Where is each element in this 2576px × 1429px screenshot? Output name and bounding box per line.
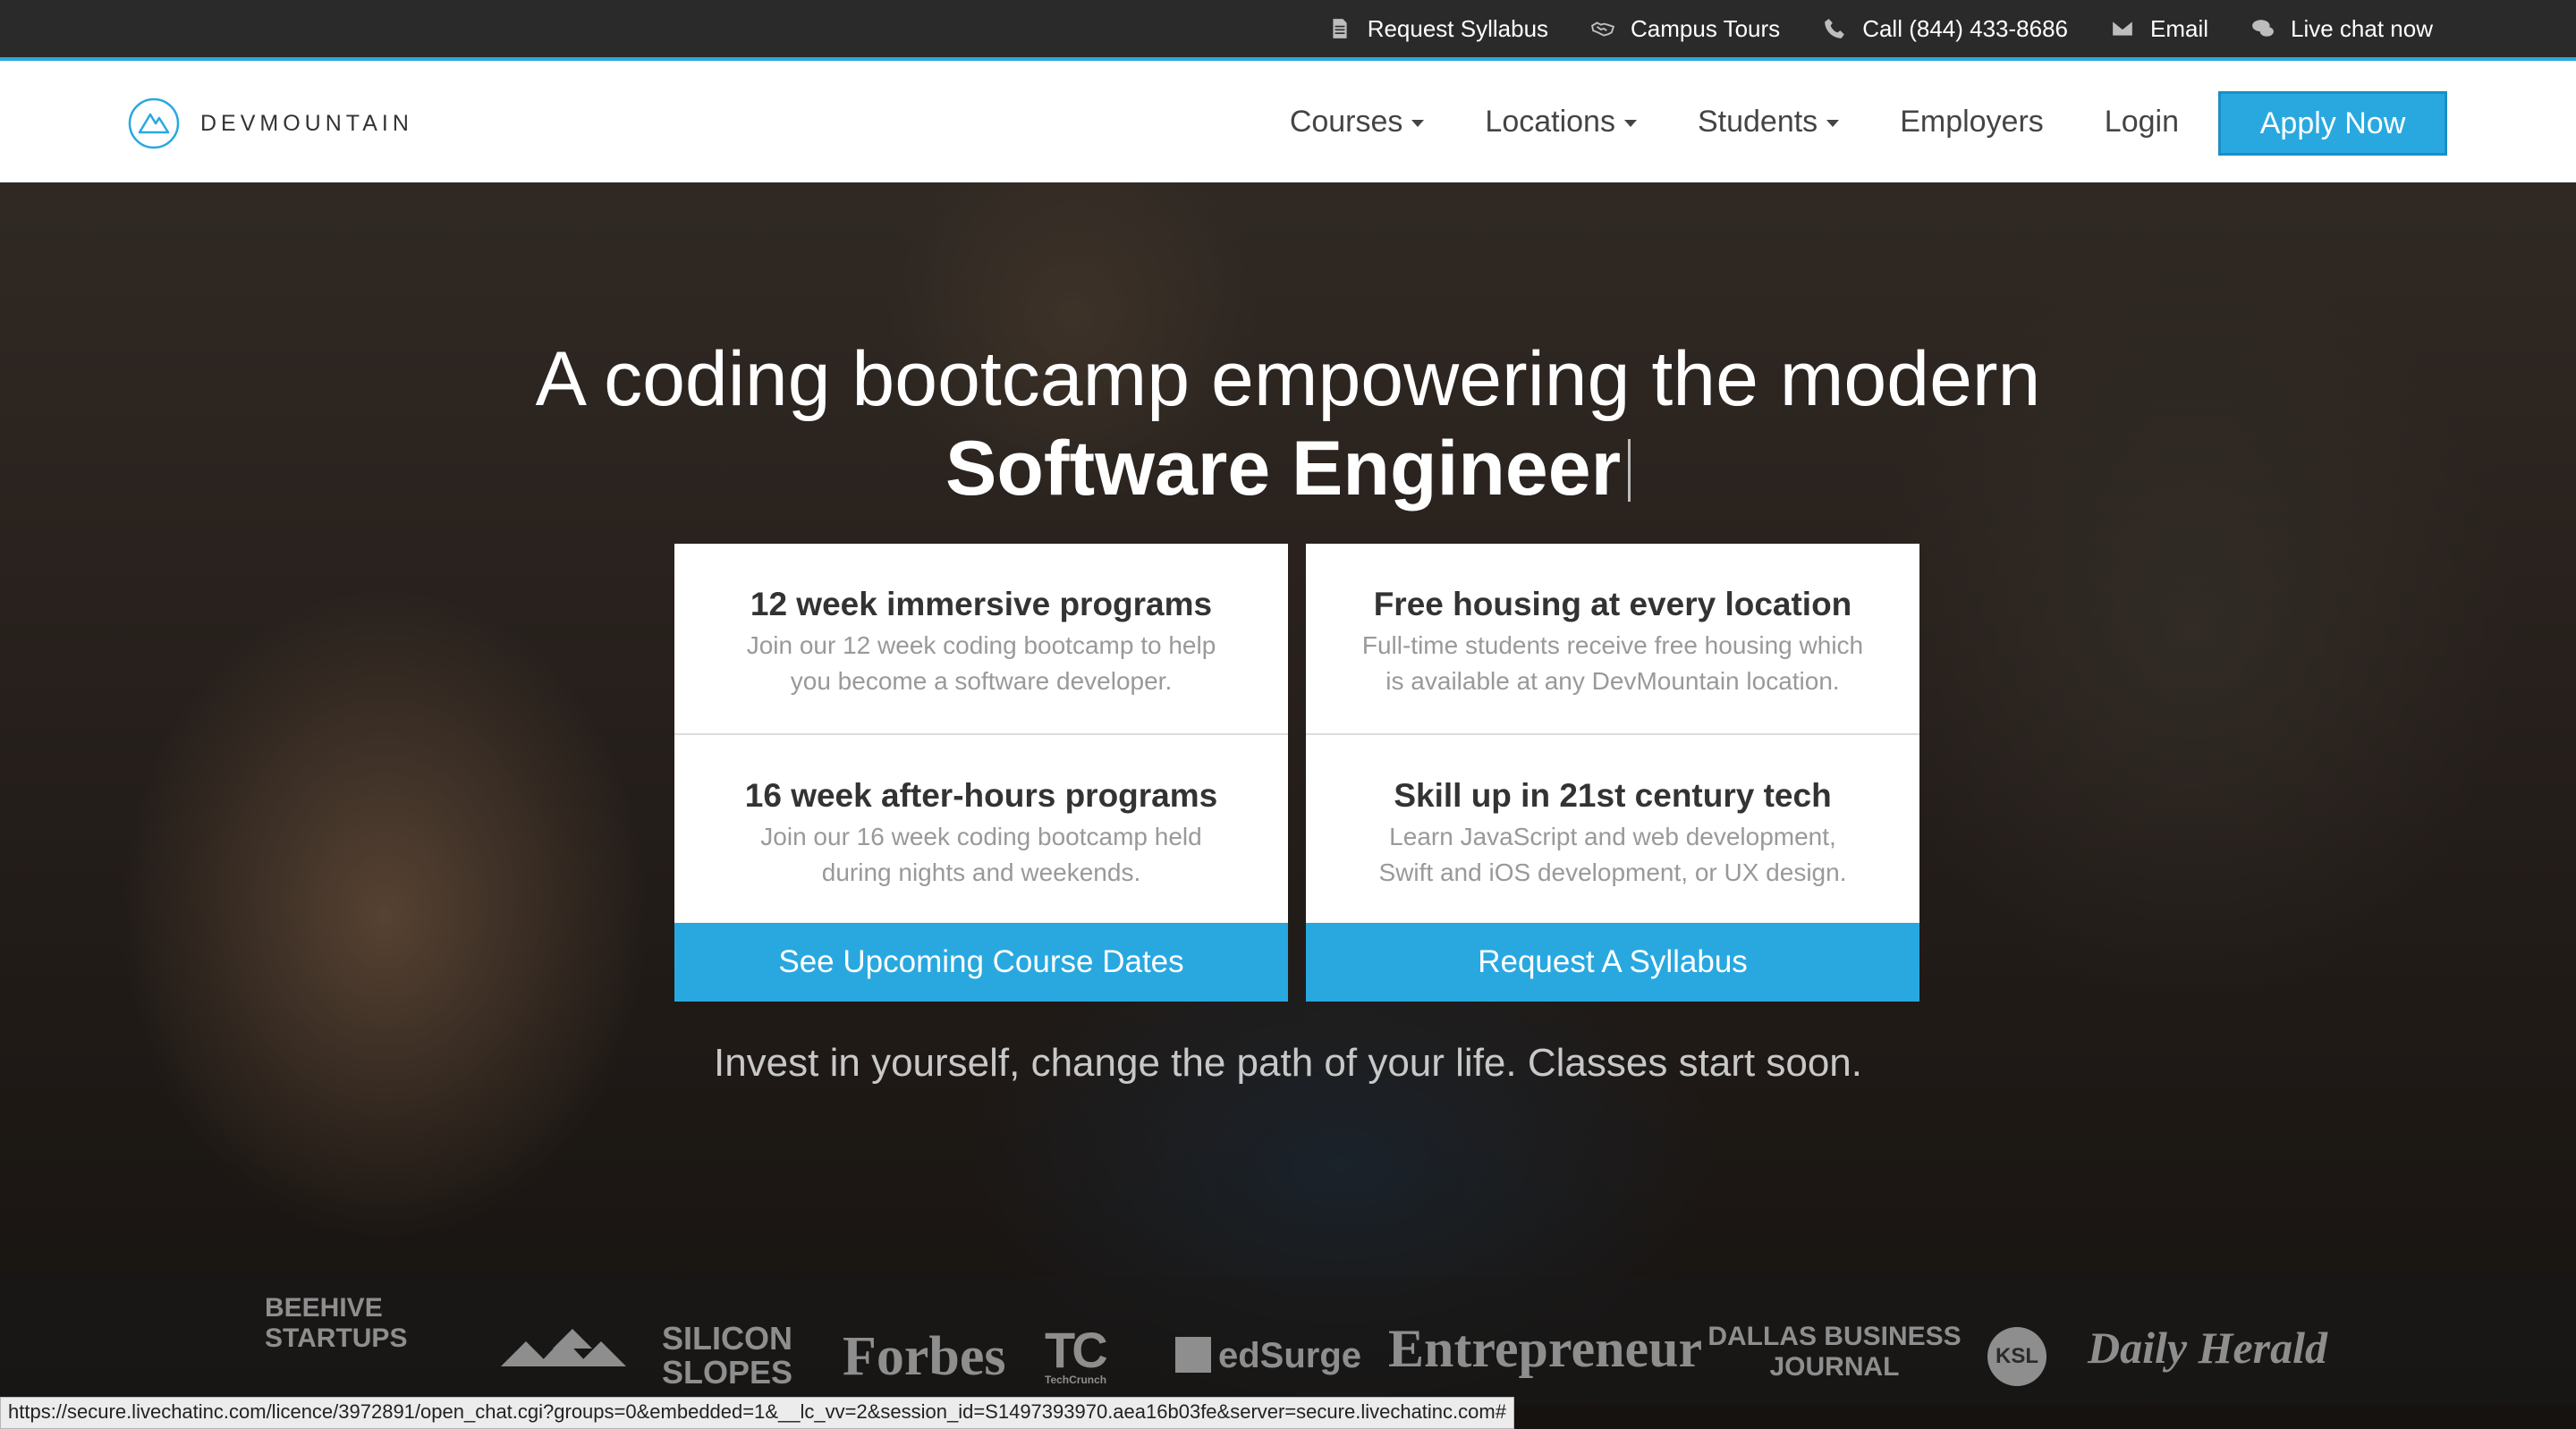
headline-line-1: A coding bootcamp empowering the modern [535, 336, 2041, 422]
program-card: Skill up in 21st century tech Learn Java… [1306, 733, 1919, 923]
browser-status-url: https://secure.livechatinc.com/licence/3… [0, 1397, 1514, 1429]
utility-links: Request Syllabus Campus Tours Call (844)… [1328, 0, 2433, 57]
caret-down-icon [1411, 120, 1425, 127]
silicon-slopes-logo: SILICON SLOPES [501, 1277, 805, 1390]
edsurge-logo: edSurge [1175, 1336, 1361, 1376]
document-icon [1333, 19, 1347, 38]
card-description: Learn JavaScript and web development, Sw… [1378, 823, 1847, 886]
chat-bubbles-icon [2252, 20, 2274, 37]
techcrunch-label: TechCrunch [1045, 1374, 1107, 1386]
nav-menu: Courses Locations Students Employers Log… [1290, 61, 2179, 182]
campus-tours-label: Campus Tours [1631, 14, 1781, 42]
live-chat-link[interactable]: Live chat now [2251, 15, 2433, 43]
logo-text: DEVMOUNTAIN [200, 110, 413, 136]
email-label: Email [2150, 14, 2209, 42]
hero-section: A coding bootcamp empowering the modern … [0, 182, 2576, 1429]
card-description: Full-time students receive free housing … [1361, 631, 1864, 695]
request-syllabus-link[interactable]: Request Syllabus [1328, 15, 1548, 43]
techcrunch-tc-mark: TC [1045, 1322, 1108, 1378]
press-logos-strip: BEEHIVE STARTUPS SILICON SLOPES Forbes T… [0, 1277, 2576, 1404]
program-card: 16 week after-hours programs Join our 16… [674, 733, 1288, 923]
ksl-logo: KSL [1987, 1327, 2046, 1386]
nav-login-label: Login [2104, 104, 2179, 139]
call-label: Call (844) 433-8686 [1862, 14, 2068, 42]
program-card: 12 week immersive programs Join our 12 w… [674, 544, 1288, 733]
envelope-icon [2113, 21, 2132, 36]
nav-locations[interactable]: Locations [1485, 105, 1637, 140]
call-link[interactable]: Call (844) 433-8686 [1823, 15, 2068, 43]
card-title: 16 week after-hours programs [744, 777, 1218, 814]
live-chat-label: Live chat now [2291, 14, 2433, 42]
program-cards: 12 week immersive programs Join our 12 w… [674, 544, 1919, 1003]
nav-locations-label: Locations [1485, 104, 1615, 139]
nav-courses[interactable]: Courses [1290, 105, 1425, 140]
nav-students[interactable]: Students [1697, 104, 1840, 140]
card-column-left: 12 week immersive programs Join our 12 w… [674, 544, 1288, 1003]
nav-courses-label: Courses [1289, 104, 1403, 139]
phone-icon [1825, 19, 1845, 38]
email-link[interactable]: Email [2111, 15, 2208, 43]
card-title: 12 week immersive programs [750, 586, 1213, 622]
typing-cursor [1628, 439, 1631, 502]
card-column-right: Free housing at every location Full-time… [1306, 544, 1919, 1003]
hero-tagline: Invest in yourself, change the path of y… [713, 1041, 1862, 1085]
nav-students-label: Students [1697, 104, 1818, 139]
handshake-icon [1591, 21, 1615, 37]
nav-login[interactable]: Login [2105, 105, 2179, 140]
caret-down-icon [1826, 120, 1840, 127]
mountain-logo-icon [128, 97, 180, 149]
headline-rotating-word: Software Engineer [945, 426, 1622, 512]
headline-line-2: Software Engineer [0, 424, 2576, 513]
edsurge-bolt-icon [1175, 1337, 1211, 1373]
campus-tours-link[interactable]: Campus Tours [1591, 15, 1780, 43]
daily-herald-logo: Daily Herald [2088, 1323, 2328, 1373]
main-navbar: DEVMOUNTAIN Courses Locations Students E… [0, 61, 2576, 182]
caret-down-icon [1623, 120, 1637, 127]
see-course-dates-button[interactable]: See Upcoming Course Dates [674, 923, 1288, 1002]
forbes-logo: Forbes [843, 1326, 1006, 1387]
request-syllabus-button[interactable]: Request A Syllabus [1306, 923, 1919, 1002]
silicon-slopes-label: SILICON SLOPES [662, 1320, 793, 1391]
nav-employers-label: Employers [1900, 104, 2044, 139]
card-description: Join our 12 week coding bootcamp to help… [746, 631, 1216, 695]
apply-now-button[interactable]: Apply Now [2218, 91, 2447, 156]
card-title: Free housing at every location [1373, 586, 1852, 622]
request-syllabus-label: Request Syllabus [1367, 14, 1549, 42]
utility-bar: Request Syllabus Campus Tours Call (844)… [0, 0, 2576, 61]
hero-headline: A coding bootcamp empowering the modern … [0, 334, 2576, 513]
silicon-slopes-mountains-icon [501, 1329, 626, 1366]
dallas-business-journal-logo: DALLAS BUSINESS JOURNAL [1707, 1322, 1962, 1382]
program-card: Free housing at every location Full-time… [1306, 544, 1919, 733]
card-title: Skill up in 21st century tech [1394, 777, 1832, 814]
beehive-startups-logo: BEEHIVE STARTUPS [265, 1293, 408, 1353]
devmountain-logo[interactable]: DEVMOUNTAIN [127, 97, 413, 150]
card-description: Join our 16 week coding bootcamp held du… [760, 823, 1202, 886]
entrepreneur-logo: Entrepreneur [1388, 1319, 1703, 1378]
nav-employers[interactable]: Employers [1900, 105, 2044, 140]
techcrunch-logo: TC TechCrunch [1045, 1322, 1108, 1387]
edsurge-label: edSurge [1218, 1336, 1362, 1375]
